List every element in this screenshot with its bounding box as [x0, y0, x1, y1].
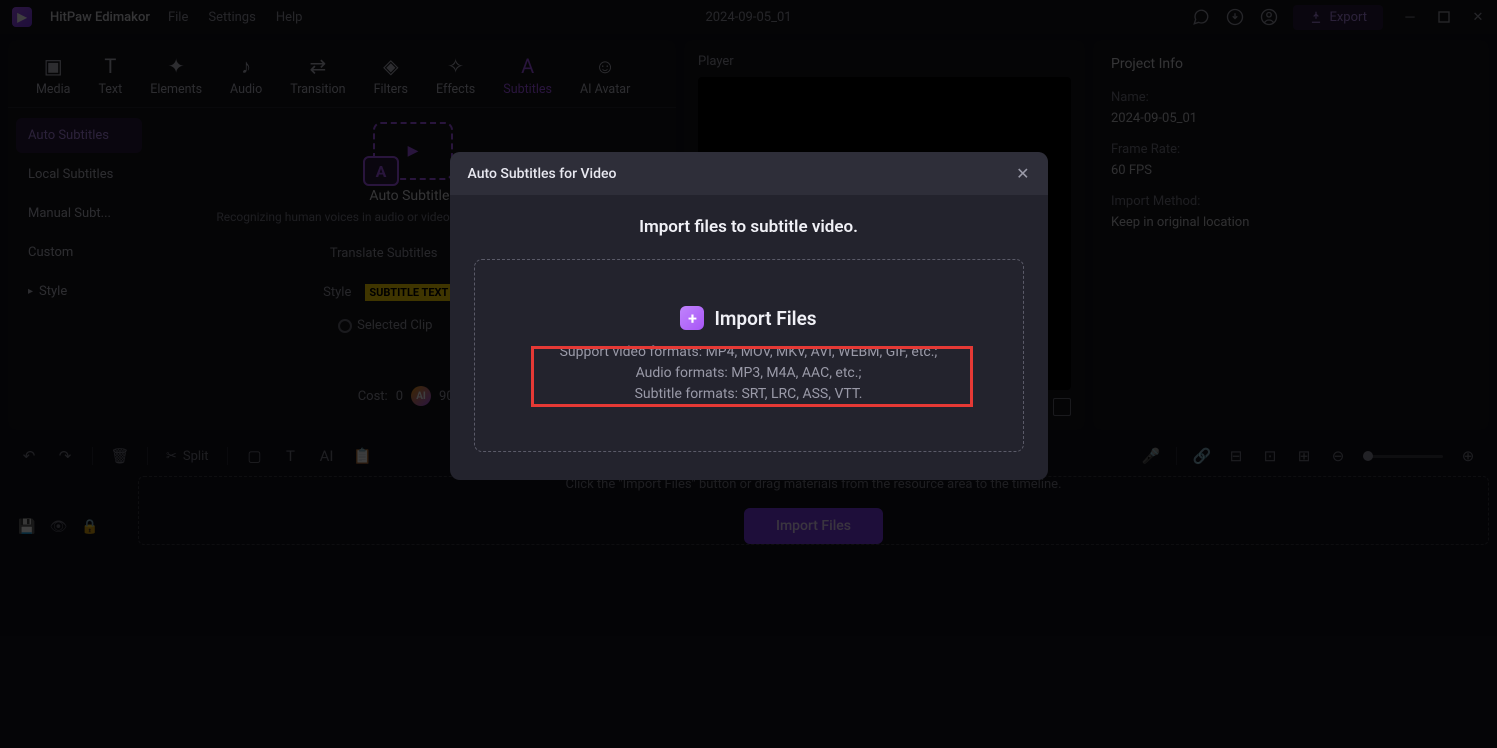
plus-icon: +	[680, 306, 704, 330]
formats-subtitle: Subtitle formats: SRT, LRC, ASS, VTT.	[495, 384, 1003, 405]
modal-drop-zone[interactable]: + Import Files Support video formats: MP…	[474, 259, 1024, 452]
modal-title: Auto Subtitles for Video	[468, 166, 617, 182]
formats-audio: Audio formats: MP3, M4A, AAC, etc.;	[495, 363, 1003, 384]
modal-backdrop: Auto Subtitles for Video ✕ Import files …	[0, 0, 1497, 748]
import-modal: Auto Subtitles for Video ✕ Import files …	[450, 152, 1048, 480]
modal-close-icon[interactable]: ✕	[1016, 164, 1029, 183]
formats-video: Support video formats: MP4, MOV, MKV, AV…	[495, 342, 1003, 363]
modal-header: Auto Subtitles for Video ✕	[450, 152, 1048, 195]
modal-heading: Import files to subtitle video.	[474, 217, 1024, 237]
import-files-title: Import Files	[714, 307, 816, 330]
